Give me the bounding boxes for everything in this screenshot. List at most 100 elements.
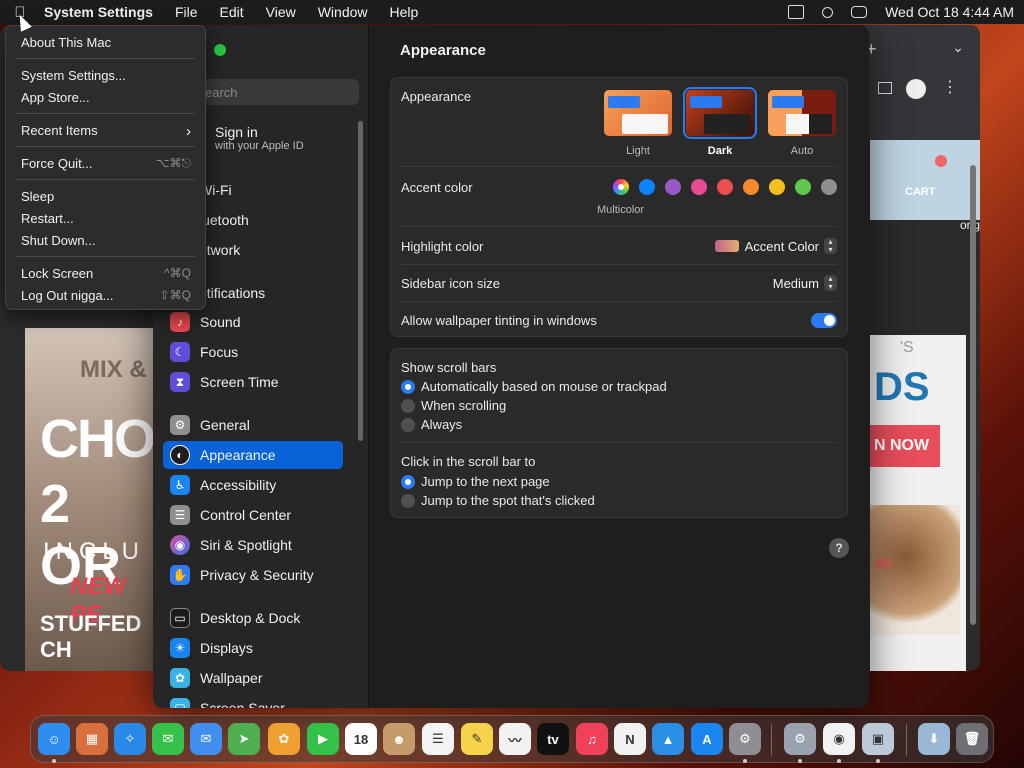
mode-dark-thumbnail[interactable] — [683, 87, 757, 139]
wallpaper-tinting-toggle[interactable] — [811, 313, 837, 328]
downloads-icon[interactable]: ⬇ — [918, 723, 950, 755]
mode-auto-thumbnail[interactable] — [768, 90, 836, 136]
sidebar-item-general[interactable]: ⚙ General — [163, 411, 343, 439]
accent-purple-swatch[interactable] — [665, 179, 681, 195]
menu-app-name[interactable]: System Settings — [44, 4, 153, 20]
accent-green-swatch[interactable] — [795, 179, 811, 195]
sidebar-item-desktop-dock[interactable]: ▭ Desktop & Dock — [163, 604, 343, 632]
calendar-icon[interactable]: 18 — [345, 723, 377, 755]
system-settings-icon[interactable]: ⚙ — [729, 723, 761, 755]
tv-icon[interactable]: tv — [537, 723, 569, 755]
tab-list-chevron-icon[interactable]: ⌄ — [952, 39, 964, 56]
search-icon[interactable] — [822, 6, 834, 18]
accent-graphite-swatch[interactable] — [821, 179, 837, 195]
contacts-icon[interactable]: ☻ — [383, 723, 415, 755]
sidebar-item-screen-time[interactable]: ⧗ Screen Time — [163, 368, 343, 396]
sidebar-item-privacy-security[interactable]: ✋ Privacy & Security — [163, 561, 343, 589]
menu-item-system-settings[interactable]: System Settings... — [21, 68, 191, 83]
window-icon[interactable] — [788, 5, 805, 19]
mode-dark-label[interactable]: Dark — [686, 145, 754, 157]
radio-button[interactable] — [401, 398, 415, 413]
scroll-option-when-scrolling[interactable]: When scrolling — [401, 398, 506, 413]
menu-item-force-quit[interactable]: Force Quit... ⌥⌘⎋ — [21, 156, 191, 171]
sidebar-item-screen-saver[interactable]: ▢ Screen Saver — [163, 694, 343, 708]
menu-item-shut-down[interactable]: Shut Down... — [21, 233, 191, 248]
menu-view[interactable]: View — [266, 4, 296, 20]
menu-item-about-this-mac[interactable]: About This Mac — [21, 35, 191, 50]
freeform-icon[interactable]: 〰 — [499, 723, 531, 755]
menu-item-log-out[interactable]: Log Out nigga... ⇧⌘Q — [21, 288, 191, 303]
maps-icon[interactable]: ➤ — [228, 723, 260, 755]
sidebar-item-bluetooth[interactable]: luetooth — [199, 212, 249, 228]
mode-auto-label[interactable]: Auto — [768, 145, 836, 157]
side-panel-icon[interactable] — [878, 82, 892, 94]
profile-avatar[interactable] — [906, 79, 926, 99]
promo-banner-right[interactable]: 'S DS N NOW 60 — [870, 335, 966, 671]
mode-light-thumbnail[interactable] — [604, 90, 672, 136]
scroll-option-automatic[interactable]: Automatically based on mouse or trackpad — [401, 379, 667, 394]
app-store-icon[interactable]: A — [691, 723, 723, 755]
menu-item-recent-items[interactable]: Recent Items › — [21, 123, 191, 140]
sidebar-apple-id[interactable]: Sign in with your Apple ID — [215, 124, 304, 152]
menu-item-app-store[interactable]: App Store... — [21, 90, 191, 105]
menu-help[interactable]: Help — [390, 4, 419, 20]
scroll-option-always[interactable]: Always — [401, 417, 462, 432]
notes-icon[interactable]: ✎ — [461, 723, 493, 755]
sidebar-item-displays[interactable]: ☀ Displays — [163, 634, 343, 662]
sidebar-item-wallpaper[interactable]: ✿ Wallpaper — [163, 664, 343, 692]
sidebar-item-focus[interactable]: ☾ Focus — [163, 338, 343, 366]
chrome-icon[interactable]: ◉ — [823, 723, 855, 755]
menu-item-lock-screen[interactable]: Lock Screen ^⌘Q — [21, 266, 191, 281]
menu-file[interactable]: File — [175, 4, 198, 20]
menu-item-restart[interactable]: Restart... — [21, 211, 191, 226]
browser-scrollbar[interactable] — [970, 165, 976, 625]
sidebar-item-sound[interactable]: ♪ Sound — [163, 308, 343, 336]
sidebar-item-accessibility[interactable]: ♿ Accessibility — [163, 471, 343, 499]
accent-multicolor-swatch[interactable] — [613, 179, 629, 195]
zoom-button[interactable] — [214, 44, 226, 56]
menu-clock[interactable]: Wed Oct 18 4:44 AM — [885, 4, 1014, 20]
reminders-icon[interactable]: ☰ — [422, 723, 454, 755]
sidebar-item-siri-spotlight[interactable]: ◉ Siri & Spotlight — [163, 531, 343, 559]
accent-pink-swatch[interactable] — [691, 179, 707, 195]
more-options-icon[interactable]: ⋮ — [942, 77, 958, 97]
radio-button[interactable] — [401, 474, 415, 489]
click-option-next-page[interactable]: Jump to the next page — [401, 474, 550, 489]
radio-button[interactable] — [401, 493, 415, 508]
radio-button[interactable] — [401, 379, 415, 394]
accent-blue-swatch[interactable] — [639, 179, 655, 195]
mode-light-label[interactable]: Light — [604, 145, 672, 157]
safari-icon[interactable]: ✧ — [114, 723, 146, 755]
sidebar-item-appearance[interactable]: ◐ Appearance — [163, 441, 343, 469]
messages-icon[interactable]: ✉ — [152, 723, 184, 755]
keynote-icon[interactable]: ▲ — [652, 723, 684, 755]
sidebar-icon-size-popup[interactable]: Medium ▴ ▾ — [773, 275, 837, 291]
sidebar-item-notifications[interactable]: otifications — [199, 285, 265, 301]
mail-icon[interactable]: ✉ — [190, 723, 222, 755]
preview-icon[interactable]: ▣ — [862, 723, 894, 755]
finder-icon[interactable]: ☺ — [38, 723, 70, 755]
radio-button[interactable] — [401, 417, 415, 432]
highlight-color-popup[interactable]: Accent Color ▴ ▾ — [714, 238, 837, 254]
accent-red-swatch[interactable] — [717, 179, 733, 195]
facetime-icon[interactable]: ▶ — [307, 723, 339, 755]
help-button[interactable]: ? — [829, 538, 849, 558]
menu-edit[interactable]: Edit — [220, 4, 244, 20]
control-center-icon[interactable] — [851, 6, 868, 18]
cart-area[interactable]: CART — [870, 140, 980, 220]
shop-now-button[interactable]: N NOW — [870, 425, 940, 467]
sidebar-scrollbar[interactable] — [358, 121, 363, 441]
accent-orange-swatch[interactable] — [743, 179, 759, 195]
launchpad-icon[interactable]: ▦ — [76, 723, 108, 755]
menu-item-sleep[interactable]: Sleep — [21, 189, 191, 204]
sidebar-item-control-center[interactable]: ☰ Control Center — [163, 501, 343, 529]
menu-window[interactable]: Window — [318, 4, 368, 20]
accent-yellow-swatch[interactable] — [769, 179, 785, 195]
trash-icon[interactable]: 🗑 — [956, 723, 988, 755]
music-icon[interactable]: ♫ — [576, 723, 608, 755]
click-option-spot-clicked[interactable]: Jump to the spot that's clicked — [401, 493, 595, 508]
news-icon[interactable]: N — [614, 723, 646, 755]
photos-icon[interactable]: ✿ — [268, 723, 300, 755]
promo-banner-left[interactable]: MIX & CHOC 2 OR INCLU NEW PE STUFFED CH — [25, 328, 155, 671]
system-preferences-icon[interactable]: ⚙ — [784, 723, 816, 755]
